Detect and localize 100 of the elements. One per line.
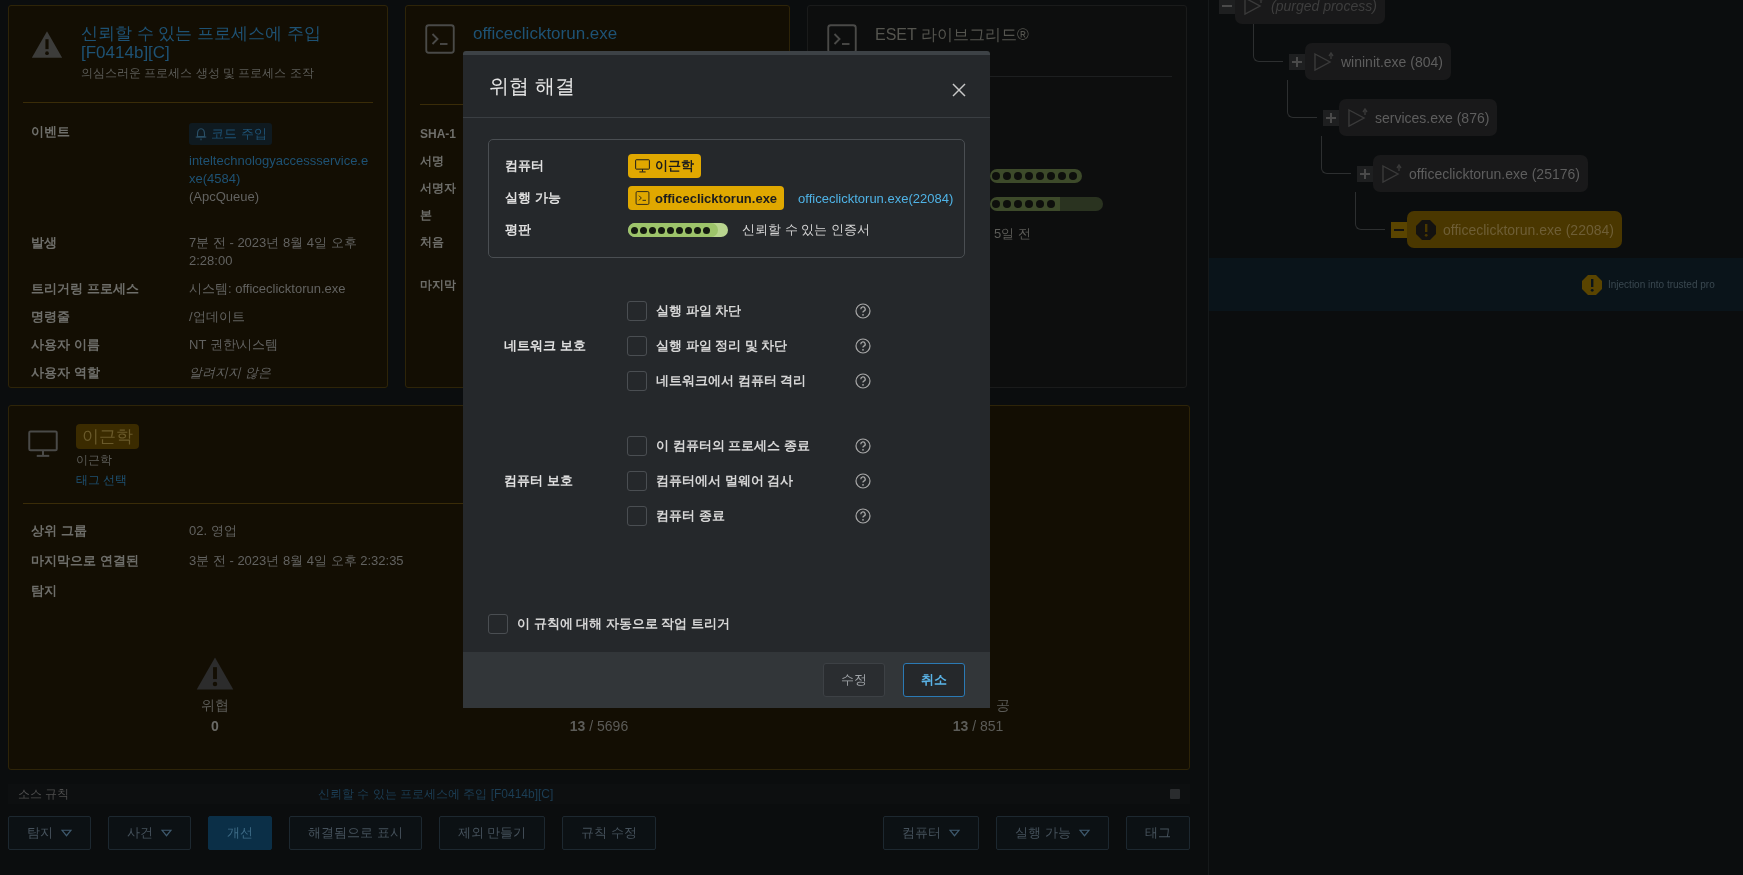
expand-toggle[interactable] (1357, 165, 1373, 182)
executable-title-link[interactable]: officeclicktorun.exe (473, 24, 618, 43)
process-link[interactable]: inteltechnologyaccessservice.exe(4584) (189, 152, 373, 188)
option-label: 컴퓨터 종료 (656, 507, 726, 525)
event-process-text: inteltechnologyaccessservice.exe(4584) (ApcQueue) (189, 152, 373, 206)
checkbox[interactable] (627, 471, 647, 491)
expand-toggle[interactable] (1289, 53, 1305, 70)
dialog-title: 위협 해결 (489, 73, 575, 99)
toolbar-button[interactable]: 실행 가능 (996, 816, 1109, 850)
help-icon[interactable] (855, 438, 871, 454)
computer-chip[interactable]: 이근학 (628, 154, 701, 178)
help-icon[interactable] (855, 373, 871, 389)
field-label: 발생 (31, 234, 58, 252)
event-tag-label: 코드 주입 (211, 125, 267, 143)
checkbox[interactable] (627, 371, 647, 391)
toolbar-button[interactable]: 컴퓨터 (883, 816, 980, 850)
group-label: 컴퓨터 보호 (504, 472, 574, 490)
event-tag[interactable]: 코드 주입 (189, 123, 272, 145)
field-label: 본 (420, 207, 432, 224)
edit-button[interactable]: 수정 (823, 663, 885, 697)
cancel-button[interactable]: 취소 (903, 663, 965, 697)
process-node[interactable]: officeclicktorun.exe (25176) (1373, 155, 1588, 192)
field-label: 사용자 역할 (31, 364, 101, 382)
scroll-handle-icon (1170, 789, 1180, 799)
alert-icon (1581, 273, 1603, 296)
checkbox[interactable] (488, 614, 508, 634)
collapse-toggle[interactable] (1219, 0, 1235, 14)
field-label: SHA-1 (420, 126, 456, 143)
field-value: /업데이트 (189, 308, 246, 326)
field-label: 이벤트 (31, 123, 71, 141)
tree-connector (1253, 24, 1283, 62)
option-label: 이 컴퓨터의 프로세스 종료 (656, 437, 811, 455)
select-tag-link[interactable]: 태그 선택 (76, 472, 128, 489)
stat-value: 13 / 5696 (569, 718, 629, 734)
field-label: 마지막으로 연결된 (31, 552, 140, 570)
field-value: NT 권한\시스템 (189, 336, 280, 354)
process-icon (1381, 162, 1403, 185)
tree-connector (1287, 80, 1317, 118)
option-label: 네트워크에서 컴퓨터 격리 (656, 372, 808, 390)
tree-connector (1321, 136, 1351, 174)
source-rule-link[interactable]: 신뢰할 수 있는 프로세스에 주입 [F0414b][C] (318, 785, 1170, 803)
source-rule-label: 소스 규칙 (18, 785, 71, 803)
caret-icon (161, 829, 172, 837)
field-label: 처음 (420, 234, 444, 251)
stat-value: 0 (211, 718, 219, 734)
field-value: 7분 전 - 2023년 8월 4일 오후 2:28:00 (189, 234, 358, 270)
field-label: 명령줄 (31, 308, 71, 326)
help-icon[interactable] (855, 508, 871, 524)
field-label: 트리거링 프로세스 (31, 280, 140, 298)
terminal-icon (425, 24, 455, 54)
help-icon[interactable] (855, 338, 871, 354)
group-label: 네트워크 보호 (504, 337, 587, 355)
toolbar-button[interactable]: 사건 (108, 816, 191, 850)
process-icon (1243, 0, 1265, 17)
checkbox[interactable] (627, 436, 647, 456)
toolbar-button[interactable]: 해결됨으로 표시 (289, 816, 422, 850)
help-icon[interactable] (855, 473, 871, 489)
auto-trigger-label: 이 규칙에 대해 자동으로 작업 트리거 (517, 615, 731, 633)
collapse-toggle[interactable] (1391, 221, 1407, 238)
process-node[interactable]: services.exe (876) (1339, 99, 1498, 136)
warning-icon (31, 30, 63, 59)
toolbar-button[interactable]: 태그 (1126, 816, 1190, 850)
process-node[interactable]: wininit.exe (804) (1305, 43, 1451, 80)
toolbar-button[interactable]: 개선 (208, 816, 272, 850)
field-value: 02. 영업 (189, 522, 238, 540)
toolbar-button[interactable]: 규칙 수정 (562, 816, 656, 850)
detection-title-link[interactable]: 신뢰할 수 있는 프로세스에 주입 [F0414b][C] (81, 24, 331, 62)
process-link[interactable]: officeclicktorun.exe(22084) (798, 190, 954, 206)
option-label: 컴퓨터에서 멀웨어 검사 (656, 472, 795, 490)
field-value: 알려지지 않은 (189, 364, 272, 382)
expand-toggle[interactable] (1323, 109, 1339, 126)
stat-value: 13 / 851 (952, 718, 1004, 734)
info-label: 컴퓨터 (505, 157, 545, 175)
computer-name: 이근학 (76, 452, 112, 469)
toolbar-button[interactable]: 제외 만들기 (438, 816, 546, 850)
stat-label: 위협 (201, 697, 229, 715)
caret-icon (949, 829, 961, 837)
checkbox[interactable] (627, 301, 647, 321)
detection-subtitle: 의심스러운 프로세스 생성 및 프로세스 조작 (81, 65, 314, 82)
livegrid-title: ESET 라이브그리드® (875, 24, 1029, 45)
executable-chip[interactable]: officeclicktorun.exe (628, 186, 785, 210)
close-icon[interactable] (952, 83, 966, 97)
info-label: 실행 가능 (505, 189, 562, 207)
option-label: 실행 파일 정리 및 차단 (656, 337, 789, 355)
process-icon (1347, 106, 1369, 129)
toolbar-button[interactable]: 탐지 (8, 816, 91, 850)
caret-icon (61, 829, 72, 837)
field-label: 사용자 이름 (31, 336, 101, 354)
field-label: 탐지 (31, 582, 58, 600)
livegrid-detail: 5일 전 (994, 225, 1032, 243)
help-icon[interactable] (855, 303, 871, 319)
terminal-icon (635, 191, 650, 205)
checkbox[interactable] (627, 506, 647, 526)
tree-connector (1355, 192, 1385, 230)
field-value: 3분 전 - 2023년 8월 4일 오후 2:32:35 (189, 552, 405, 570)
info-label: 평판 (505, 221, 532, 239)
alert-icon (1415, 218, 1437, 241)
field-label: 서명자 (420, 180, 456, 197)
checkbox[interactable] (627, 336, 647, 356)
field-value-link[interactable]: 시스템: officeclicktorun.exe (189, 280, 373, 298)
